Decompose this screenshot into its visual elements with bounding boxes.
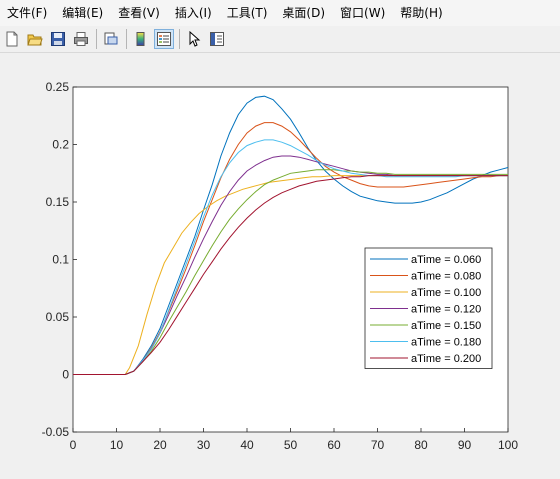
open-folder-icon[interactable] xyxy=(25,29,45,49)
x-tick-label: 80 xyxy=(414,438,428,452)
legend: aTime = 0.060 aTime = 0.080 aTime = 0.100 a… xyxy=(364,247,493,369)
colorbar-icon[interactable] xyxy=(131,29,151,49)
menu-bar: 文件(F) 编辑(E) 查看(V) 插入(I) 工具(T) 桌面(D) 窗口(W… xyxy=(0,0,560,26)
legend-label: aTime = 0.150 xyxy=(411,320,481,332)
toolbar-separator xyxy=(96,29,97,49)
menu-tools[interactable]: 工具(T) xyxy=(220,0,276,26)
x-tick-label: 0 xyxy=(70,438,77,452)
x-tick-label: 90 xyxy=(458,438,472,452)
pointer-icon[interactable] xyxy=(184,29,204,49)
x-tick-label: 50 xyxy=(284,438,298,452)
toolbar xyxy=(0,26,560,53)
print-preview-icon[interactable] xyxy=(101,29,121,49)
y-tick-label: 0.1 xyxy=(52,253,69,267)
menu-edit[interactable]: 编辑(E) xyxy=(55,0,111,26)
legend-label: aTime = 0.100 xyxy=(411,287,481,299)
x-tick-label: 70 xyxy=(371,438,385,452)
x-tick-label: 100 xyxy=(498,438,518,452)
menu-file[interactable]: 文件(F) xyxy=(0,0,55,26)
legend-icon[interactable] xyxy=(154,29,174,49)
menu-window[interactable]: 窗口(W) xyxy=(333,0,393,26)
save-icon[interactable] xyxy=(48,29,68,49)
menu-help[interactable]: 帮助(H) xyxy=(393,0,450,26)
menu-view[interactable]: 查看(V) xyxy=(111,0,168,26)
property-editor-icon[interactable] xyxy=(207,29,227,49)
print-icon[interactable] xyxy=(71,29,91,49)
legend-label: aTime = 0.120 xyxy=(411,304,481,316)
x-tick-label: 30 xyxy=(197,438,211,452)
legend-label: aTime = 0.180 xyxy=(411,337,481,349)
line-chart: 0 10 20 30 40 50 60 70 80 90 100-0.0500.050.10.150… xyxy=(42,80,519,452)
x-tick-label: 10 xyxy=(110,438,124,452)
y-tick-label: -0.05 xyxy=(42,425,70,439)
x-tick-label: 60 xyxy=(327,438,341,452)
y-tick-label: 0.05 xyxy=(46,310,70,324)
legend-label: aTime = 0.200 xyxy=(411,353,481,365)
new-file-icon[interactable] xyxy=(2,29,22,49)
x-tick-label: 40 xyxy=(240,438,254,452)
y-tick-label: 0 xyxy=(62,368,69,382)
y-tick-label: 0.15 xyxy=(46,195,70,209)
legend-label: aTime = 0.080 xyxy=(411,271,481,283)
menu-insert[interactable]: 插入(I) xyxy=(168,0,220,26)
toolbar-separator xyxy=(126,29,127,49)
x-tick-label: 20 xyxy=(153,438,167,452)
y-tick-label: 0.2 xyxy=(52,138,69,152)
menu-desktop[interactable]: 桌面(D) xyxy=(275,0,333,26)
toolbar-separator xyxy=(179,29,180,49)
figure-area: 0 10 20 30 40 50 60 70 80 90 100 -0.05 0 0.05 0.1 0.15 0… xyxy=(0,54,560,475)
legend-label: aTime = 0.060 xyxy=(411,254,481,266)
y-tick-label: 0.25 xyxy=(46,80,70,94)
